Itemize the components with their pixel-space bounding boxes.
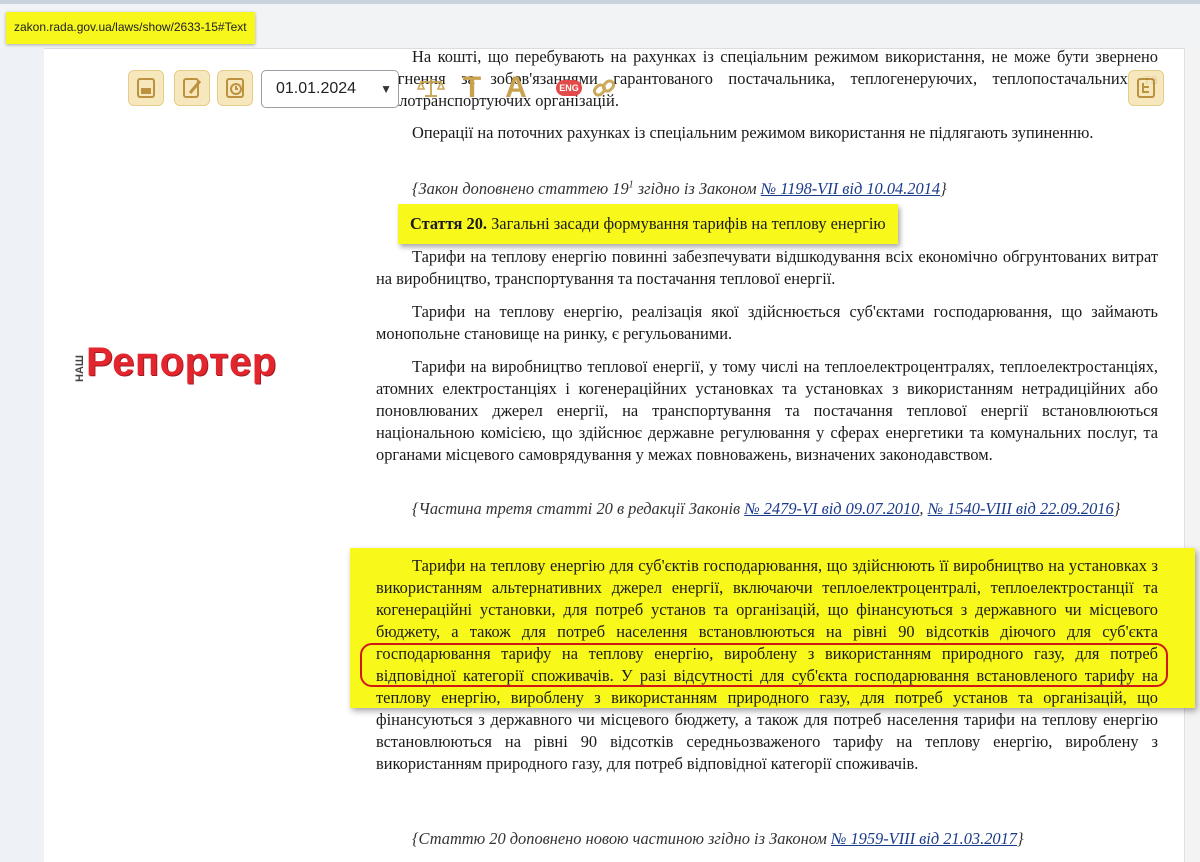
url-text[interactable]: zakon.rada.gov.ua/laws/show/2633-15#Text [6,12,255,44]
link-icon [592,79,616,97]
chevron-down-icon: ▼ [380,82,392,96]
note-text: } [1113,499,1121,518]
paragraph-1: На коштi, що перебувають на рахунках iз … [376,47,1158,110]
history-button[interactable] [217,70,253,106]
logo-word: Репортер [86,340,277,384]
note-text: } [1016,829,1024,848]
article-number: Стаття 20. [410,214,487,233]
tree-icon [1137,78,1155,98]
note-text: {Частина третя статтi 20 в редакцiї Зако… [412,499,745,518]
note-text: } [940,179,947,198]
article-title: Загальнi засади формування тарифiв на те… [486,214,886,233]
paragraph-4: Тарифи на теплову енергiю, реалiзацiя як… [376,302,1158,343]
edit-button[interactable] [174,70,210,106]
note-text: згiдно iз Законом [633,179,761,198]
law-link[interactable]: № 1959-VIII вiд 21.03.2017 [831,829,1017,848]
law-link[interactable]: № 1540-VIII вiд 22.09.2016 [928,499,1114,518]
copy-link-button[interactable] [586,70,622,106]
version-date-select[interactable]: 01.01.2024 ▼ [261,70,399,108]
history-icon [226,78,244,98]
scrollbar[interactable] [1184,48,1200,862]
article-heading: Стаття 20. Загальнi засади формування та… [398,204,898,244]
archive-button[interactable] [128,70,164,106]
date-value: 01.01.2024 [276,80,357,97]
browser-address-bar[interactable]: zakon.rada.gov.ua/laws/show/2633-15#Text [0,0,1200,49]
pencil-icon [183,78,202,98]
english-version-badge[interactable]: ENG [556,80,582,96]
note-text: {Статтю 20 доповнено новою частиною згiд… [412,829,831,848]
amendment-note-1: {Закон доповнено статтею 191 згiдно iз З… [376,178,1158,200]
paragraph-2: Операцiї на поточних рахунках iз спецiал… [412,123,1094,142]
law-link[interactable]: № 2479-VI вiд 09.07.2010 [744,499,919,518]
logo-prefix: НАШ [74,355,86,382]
law-link[interactable]: № 1198-VII вiд 10.04.2014 [761,179,940,198]
left-margin [0,48,44,862]
structure-button[interactable] [1128,70,1164,106]
red-circle-annotation [360,643,1168,687]
paragraph-3: Тарифи на теплову енергiю повиннi забезп… [376,247,1158,288]
archive-icon [137,78,155,98]
amendment-note-3: {Статтю 20 доповнено новою частиною згiд… [376,828,1158,850]
reporter-logo: НАШ Репортер [74,340,324,390]
font-style-button[interactable]: A [499,68,533,108]
scales-icon [417,79,445,97]
compare-button[interactable] [413,70,449,106]
paragraph-5: Тарифи на виробництво теплової енергiї, … [376,357,1158,464]
note-text: , [919,499,928,518]
note-text: {Закон доповнено статтею 19 [412,179,629,198]
font-size-button[interactable]: T [455,68,489,108]
amendment-note-2: {Частина третя статтi 20 в редакцiї Зако… [376,498,1158,520]
